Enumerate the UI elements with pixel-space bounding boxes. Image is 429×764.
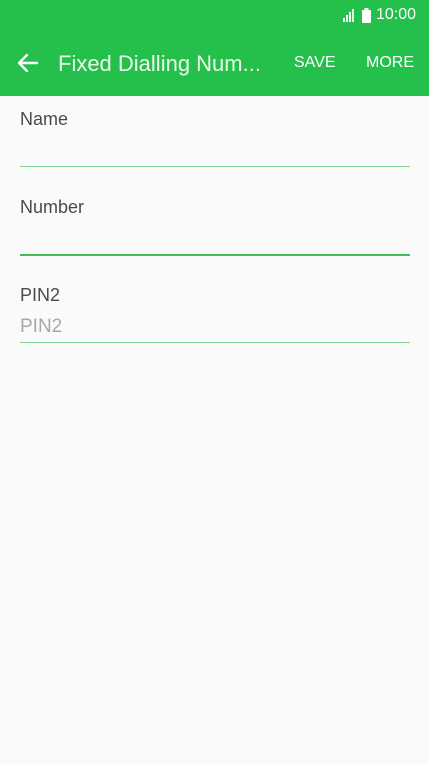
- name-input[interactable]: [20, 136, 410, 166]
- arrow-left-icon: [17, 53, 39, 73]
- name-underline: [20, 166, 410, 167]
- save-button[interactable]: SAVE: [294, 54, 336, 72]
- number-label: Number: [20, 197, 85, 217]
- battery-icon: [361, 7, 371, 23]
- app-bar: Fixed Dialling Num... SAVE MORE: [0, 30, 429, 96]
- back-button[interactable]: [14, 49, 42, 77]
- pin2-input[interactable]: [20, 312, 410, 342]
- page-title: Fixed Dialling Num...: [58, 51, 261, 76]
- name-label: Name: [20, 109, 69, 129]
- name-field: Name: [20, 108, 410, 167]
- pin2-underline: [20, 342, 410, 343]
- status-time: 10:00: [375, 6, 416, 23]
- number-field: Number: [20, 196, 410, 256]
- pin2-label: PIN2: [20, 285, 61, 305]
- number-underline: [20, 254, 410, 256]
- status-bar: 10:00: [0, 0, 429, 30]
- more-button[interactable]: MORE: [366, 54, 414, 72]
- status-indicators: 10:00: [342, 6, 416, 24]
- signal-icon: [342, 8, 357, 22]
- screen: 10:00 Fixed Dialling Num... SAVE MORE Na…: [0, 0, 429, 764]
- number-input[interactable]: [20, 224, 410, 254]
- pin2-field: PIN2: [20, 284, 410, 343]
